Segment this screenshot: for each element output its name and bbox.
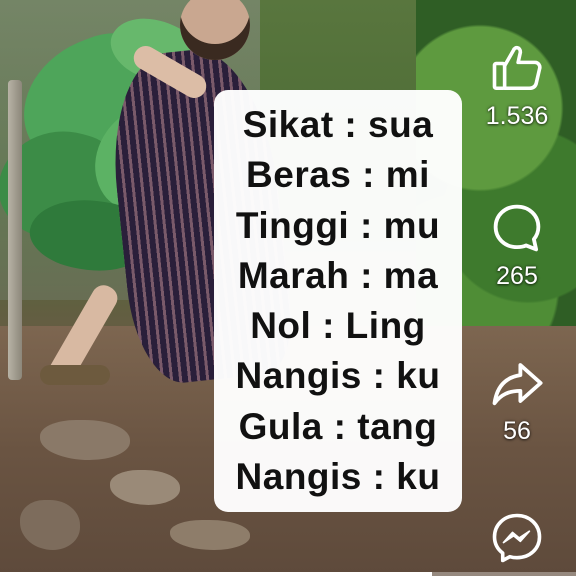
text-line: Beras : mi — [246, 154, 430, 196]
thumbs-up-icon[interactable] — [489, 40, 545, 96]
share-count: 56 — [503, 417, 531, 445]
share-button[interactable]: 56 — [482, 355, 552, 445]
wooden-post — [8, 80, 22, 380]
like-button[interactable]: 1.536 — [482, 40, 552, 130]
share-arrow-icon[interactable] — [489, 355, 545, 411]
video-progress-fill — [0, 572, 432, 576]
text-line: Tinggi : mu — [235, 204, 441, 246]
text-line: Marah : ma — [237, 254, 439, 296]
sandal — [40, 365, 110, 385]
messenger-icon[interactable] — [489, 510, 545, 566]
comment-bubble-icon[interactable] — [489, 200, 545, 256]
comment-button[interactable]: 265 — [482, 200, 552, 290]
text-line: Gula : tang — [238, 405, 438, 447]
messenger-button[interactable] — [482, 510, 552, 566]
text-line: Sikat : sua — [242, 104, 434, 146]
text-line: Nol : Ling — [250, 305, 426, 347]
video-progress-bar[interactable] — [0, 572, 576, 576]
text-line: Nangis : ku — [235, 455, 441, 497]
text-line: Nangis : ku — [235, 355, 441, 397]
comment-count: 265 — [496, 262, 538, 290]
like-count: 1.536 — [485, 102, 549, 130]
text-overlay-card: Sikat : sua Beras : mi Tinggi : mu Marah… — [214, 90, 462, 512]
video-reel-screen: Sikat : sua Beras : mi Tinggi : mu Marah… — [0, 0, 576, 576]
